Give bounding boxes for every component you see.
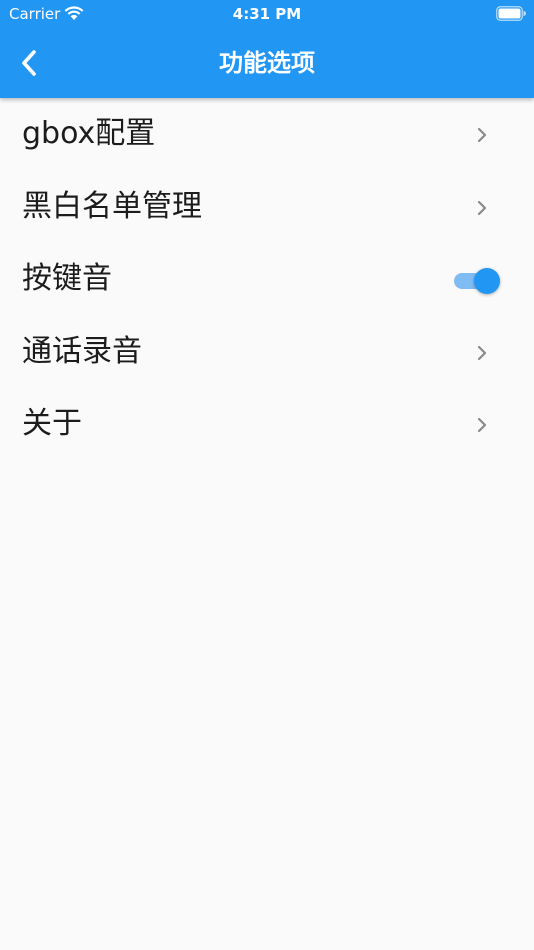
battery-icon [496, 6, 526, 21]
chevron-right-icon [477, 200, 487, 215]
option-about[interactable]: 关于 [0, 388, 534, 461]
option-label: 按键音 [22, 261, 112, 296]
option-label: 黑白名单管理 [22, 188, 202, 224]
key-sound-toggle[interactable] [452, 267, 502, 295]
toggle-knob [474, 268, 500, 294]
option-label: gbox配置 [22, 116, 156, 151]
top-bar: Carrier 4:31 PM 功能选项 [0, 0, 534, 98]
screen: Carrier 4:31 PM 功能选项 gbox配置 黑白名单管理 按键音 通… [0, 0, 534, 950]
chevron-right-icon [477, 417, 487, 433]
status-time: 4:31 PM [232, 5, 302, 23]
chevron-right-icon [477, 127, 487, 143]
option-label: 关于 [22, 406, 82, 441]
option-label: 通话录音 [22, 333, 142, 369]
option-blacklist-whitelist[interactable]: 黑白名单管理 [0, 171, 534, 244]
option-gbox-config[interactable]: gbox配置 [0, 98, 534, 171]
option-call-recording[interactable]: 通话录音 [0, 316, 534, 389]
option-key-sound: 按键音 [0, 243, 534, 316]
chevron-right-icon [477, 345, 487, 360]
status-bar: Carrier 4:31 PM [0, 0, 534, 28]
app-bar: 功能选项 [0, 28, 534, 98]
options-list: gbox配置 黑白名单管理 按键音 通话录音 关于 [0, 98, 534, 461]
page-title: 功能选项 [219, 49, 315, 77]
